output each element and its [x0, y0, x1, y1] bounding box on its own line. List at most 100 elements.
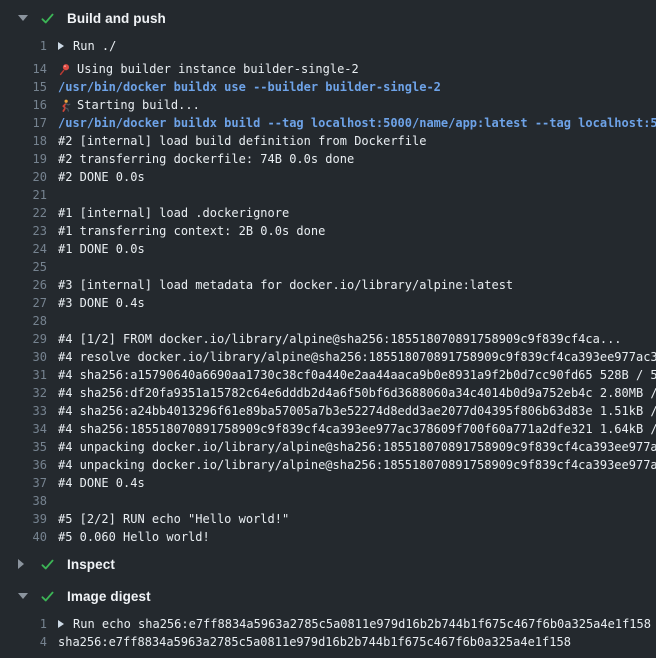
- line-text: #4 sha256:a15790640a6690aa1730c38cf0a440…: [58, 366, 656, 384]
- line-content: #1 DONE 0.0s: [58, 240, 656, 258]
- line-number[interactable]: 30: [0, 348, 47, 366]
- log-line: 25: [0, 258, 656, 276]
- line-number[interactable]: 34: [0, 420, 47, 438]
- line-content: [58, 492, 656, 510]
- log-line: 36 #4 unpacking docker.io/library/alpine…: [0, 456, 656, 474]
- log-line: 21: [0, 186, 656, 204]
- line-text: #1 DONE 0.0s: [58, 240, 145, 258]
- line-number[interactable]: 1: [0, 37, 47, 55]
- line-number[interactable]: 32: [0, 384, 47, 402]
- line-text: #1 [internal] load .dockerignore: [58, 204, 289, 222]
- job-step-section: Inspect: [0, 548, 656, 580]
- line-number[interactable]: 38: [0, 492, 47, 510]
- log-line: 4 sha256:e7ff8834a5963a2785c5a0811e979d1…: [0, 633, 656, 651]
- line-text: #1 transferring context: 2B 0.0s done: [58, 222, 325, 240]
- log-line: 26 #3 [internal] load metadata for docke…: [0, 276, 656, 294]
- line-number[interactable]: 16: [0, 96, 47, 114]
- line-number[interactable]: 27: [0, 294, 47, 312]
- line-content: #4 sha256:185518070891758909c9f839cf4ca3…: [58, 420, 656, 438]
- line-content: /usr/bin/docker buildx use --builder bui…: [58, 78, 656, 96]
- log-line: 17 /usr/bin/docker buildx build --tag lo…: [0, 114, 656, 132]
- line-content: #5 0.060 Hello world!: [58, 528, 656, 546]
- workflow-log: Build and push 1 Run ./ 14 Using builder…: [0, 0, 656, 653]
- line-content: sha256:e7ff8834a5963a2785c5a0811e979d16b…: [58, 633, 656, 651]
- line-text: #4 resolve docker.io/library/alpine@sha2…: [58, 348, 656, 366]
- line-number[interactable]: 33: [0, 402, 47, 420]
- log-line: 28: [0, 312, 656, 330]
- line-content: #5 [2/2] RUN echo "Hello world!": [58, 510, 656, 528]
- line-number[interactable]: 25: [0, 258, 47, 276]
- chevron-down-icon[interactable]: [18, 15, 28, 21]
- log-line: 1 Run ./: [0, 37, 656, 55]
- step-header-inspect[interactable]: Inspect: [0, 548, 656, 580]
- line-text: #4 [1/2] FROM docker.io/library/alpine@s…: [58, 330, 622, 348]
- log-line: 37 #4 DONE 0.4s: [0, 474, 656, 492]
- line-text: #4 DONE 0.4s: [58, 474, 145, 492]
- line-number[interactable]: 35: [0, 438, 47, 456]
- line-text: #4 unpacking docker.io/library/alpine@sh…: [58, 456, 656, 474]
- step-title: Build and push: [67, 11, 166, 26]
- log-line: 39 #5 [2/2] RUN echo "Hello world!": [0, 510, 656, 528]
- line-content: #3 [internal] load metadata for docker.i…: [58, 276, 656, 294]
- line-text: #5 0.060 Hello world!: [58, 528, 210, 546]
- expand-arrow-icon[interactable]: [58, 620, 64, 628]
- line-content: #4 DONE 0.4s: [58, 474, 656, 492]
- log-line: 40 #5 0.060 Hello world!: [0, 528, 656, 546]
- line-number[interactable]: 21: [0, 186, 47, 204]
- line-number[interactable]: 14: [0, 60, 47, 78]
- log-line: 30 #4 resolve docker.io/library/alpine@s…: [0, 348, 656, 366]
- line-text: #3 DONE 0.4s: [58, 294, 145, 312]
- log-line: 32 #4 sha256:df20fa9351a15782c64e6dddb2d…: [0, 384, 656, 402]
- line-number[interactable]: 29: [0, 330, 47, 348]
- line-content: #2 DONE 0.0s: [58, 168, 656, 186]
- line-number[interactable]: 18: [0, 132, 47, 150]
- line-content: #4 unpacking docker.io/library/alpine@sh…: [58, 438, 656, 456]
- line-text: #3 [internal] load metadata for docker.i…: [58, 276, 513, 294]
- step-header-image-digest[interactable]: Image digest: [0, 580, 656, 612]
- section-lines: 1 Run ./ 14 Using builder instance build…: [0, 34, 656, 548]
- line-text: #4 sha256:df20fa9351a15782c64e6dddb2d4a6…: [58, 384, 656, 402]
- line-text: #2 transferring dockerfile: 74B 0.0s don…: [58, 150, 354, 168]
- line-content: #1 transferring context: 2B 0.0s done: [58, 222, 656, 240]
- line-number[interactable]: 15: [0, 78, 47, 96]
- line-text: Using builder instance builder-single-2: [77, 60, 359, 78]
- step-title: Image digest: [67, 589, 151, 604]
- line-number[interactable]: 22: [0, 204, 47, 222]
- line-content: #4 unpacking docker.io/library/alpine@sh…: [58, 456, 656, 474]
- section-lines: 1 Run echo sha256:e7ff8834a5963a2785c5a0…: [0, 612, 656, 653]
- line-number[interactable]: 4: [0, 633, 47, 651]
- line-content: [58, 312, 656, 330]
- line-number[interactable]: 17: [0, 114, 47, 132]
- line-number[interactable]: 24: [0, 240, 47, 258]
- line-number[interactable]: 37: [0, 474, 47, 492]
- line-text: Run echo sha256:e7ff8834a5963a2785c5a081…: [73, 615, 651, 633]
- chevron-down-icon[interactable]: [18, 593, 28, 599]
- log-line: 1 Run echo sha256:e7ff8834a5963a2785c5a0…: [0, 615, 656, 633]
- line-number[interactable]: 40: [0, 528, 47, 546]
- chevron-right-icon[interactable]: [18, 559, 24, 569]
- log-line: 38: [0, 492, 656, 510]
- line-number[interactable]: 26: [0, 276, 47, 294]
- line-number[interactable]: 19: [0, 150, 47, 168]
- check-icon: [40, 11, 55, 26]
- log-line: 22 #1 [internal] load .dockerignore: [0, 204, 656, 222]
- line-number[interactable]: 39: [0, 510, 47, 528]
- line-content: #4 sha256:a24bb4013296f61e89ba57005a7b3e…: [58, 402, 656, 420]
- line-text: #2 [internal] load build definition from…: [58, 132, 426, 150]
- line-content: #2 transferring dockerfile: 74B 0.0s don…: [58, 150, 656, 168]
- line-number[interactable]: 1: [0, 615, 47, 633]
- log-line: 33 #4 sha256:a24bb4013296f61e89ba57005a7…: [0, 402, 656, 420]
- expand-arrow-icon[interactable]: [58, 42, 64, 50]
- line-number[interactable]: 31: [0, 366, 47, 384]
- log-line: 34 #4 sha256:185518070891758909c9f839cf4…: [0, 420, 656, 438]
- line-text: #2 DONE 0.0s: [58, 168, 145, 186]
- line-number[interactable]: 20: [0, 168, 47, 186]
- line-content: Run ./: [58, 37, 656, 55]
- log-line: 29 #4 [1/2] FROM docker.io/library/alpin…: [0, 330, 656, 348]
- job-step-section: Build and push 1 Run ./ 14 Using builder…: [0, 2, 656, 548]
- line-number[interactable]: 28: [0, 312, 47, 330]
- line-number[interactable]: 36: [0, 456, 47, 474]
- step-header-build-and-push[interactable]: Build and push: [0, 2, 656, 34]
- log-line: 19 #2 transferring dockerfile: 74B 0.0s …: [0, 150, 656, 168]
- line-number[interactable]: 23: [0, 222, 47, 240]
